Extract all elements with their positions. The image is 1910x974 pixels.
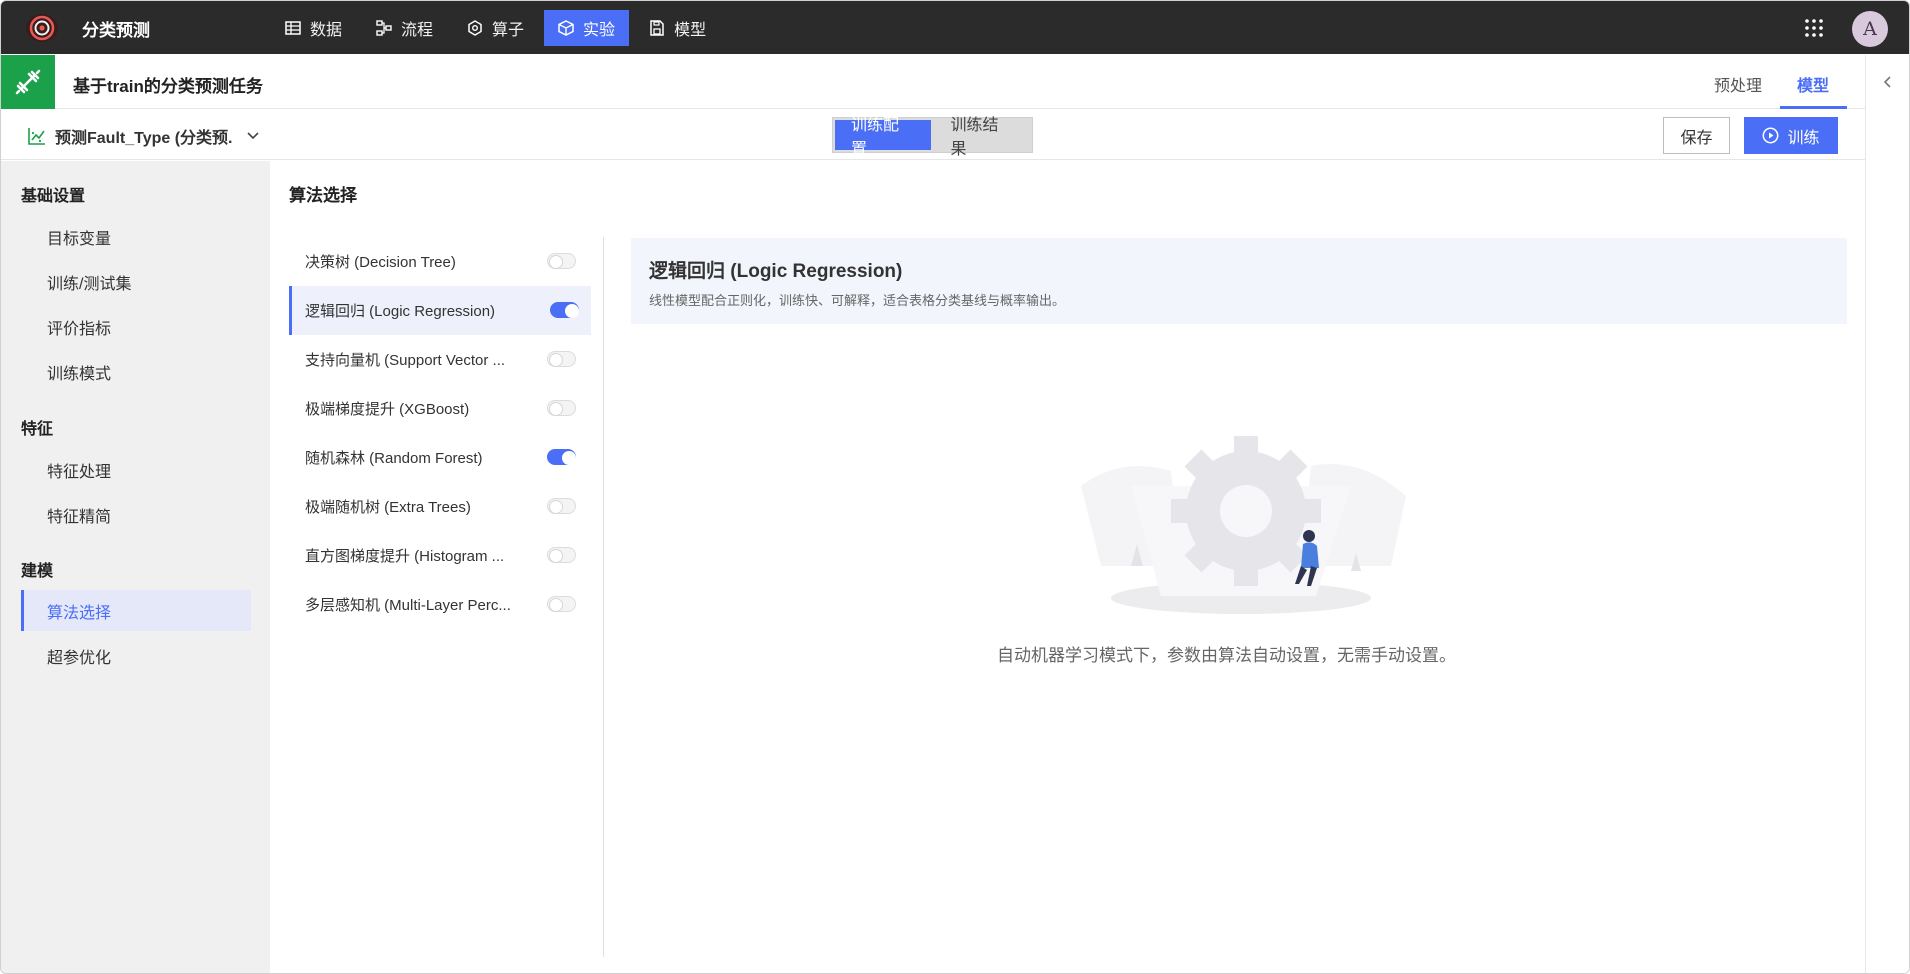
target-selector[interactable]: 预测Fault_Type (分类预... [27, 124, 259, 148]
app-window: 分类预测 数据 流程 算子 实验 模型 A 基于train的分类预测任务 预处理… [0, 0, 1910, 974]
sidebar-item-target[interactable]: 目标变量 [21, 216, 251, 257]
algorithm-item-xgboost[interactable]: 极端梯度提升 (XGBoost) [289, 384, 591, 433]
workflow-icon [376, 20, 392, 36]
sidebar-item-metrics[interactable]: 评价指标 [21, 306, 251, 347]
sidebar-item-feature-processing[interactable]: 特征处理 [21, 449, 251, 490]
chevron-left-icon[interactable] [1882, 75, 1894, 89]
algorithm-item-histogram-gb[interactable]: 直方图梯度提升 (Histogram ... [289, 531, 591, 580]
cube-experiment-icon [558, 20, 574, 36]
algorithm-item-decision-tree[interactable]: 决策树 (Decision Tree) [289, 237, 591, 286]
chart-trend-icon [28, 128, 45, 145]
nav-item-workflow[interactable]: 流程 [362, 10, 447, 46]
algorithm-detail-description: 线性模型配合正则化，训练快、可解释，适合表格分类基线与概率输出。 [649, 293, 1066, 308]
app-title: 分类预测 [82, 21, 150, 40]
algorithm-toggle[interactable] [547, 596, 576, 612]
save-model-icon [650, 20, 664, 36]
save-button[interactable]: 保存 [1663, 117, 1730, 154]
train-button-label: 训练 [1787, 129, 1820, 147]
hexagon-operator-icon [468, 20, 482, 36]
empty-state-message: 自动机器学习模式下，参数由算法自动设置，无需手动设置。 [997, 646, 1456, 665]
task-title: 基于train的分类预测任务 [73, 77, 263, 96]
algorithm-detail-title: 逻辑回归 (Logic Regression) [649, 261, 903, 282]
sidebar-item-feature-selection[interactable]: 特征精简 [21, 494, 251, 535]
apps-grid-icon[interactable] [1804, 18, 1824, 38]
app-logo-icon [26, 14, 58, 42]
algorithm-label: 决策树 (Decision Tree) [305, 254, 456, 271]
algorithm-toggle[interactable] [550, 302, 579, 318]
algorithm-item-mlp[interactable]: 多层感知机 (Multi-Layer Perc... [289, 580, 591, 629]
nav-item-label: 模型 [674, 22, 707, 39]
settings-sidebar: 基础设置 目标变量 训练/测试集 评价指标 训练模式 特征 特征处理 特征精简 … [1, 161, 270, 973]
sidebar-group-basic: 基础设置 [21, 188, 86, 205]
algorithm-item-extra-trees[interactable]: 极端随机树 (Extra Trees) [289, 482, 591, 531]
nav-item-data[interactable]: 数据 [271, 10, 356, 46]
nav-item-operator[interactable]: 算子 [453, 10, 538, 46]
algorithm-label: 随机森林 (Random Forest) [305, 450, 483, 467]
nav-item-label: 流程 [401, 22, 434, 39]
sidebar-item-hyperparameter-tuning[interactable]: 超参优化 [21, 635, 251, 676]
algorithm-item-logic-regression[interactable]: 逻辑回归 (Logic Regression) [289, 286, 591, 335]
algorithm-toggle[interactable] [547, 351, 576, 367]
dumbbell-icon [15, 69, 41, 95]
segment-train-results[interactable]: 训练结果 [933, 117, 1033, 158]
sidebar-group-features: 特征 [21, 421, 54, 438]
algorithm-detail-header: 逻辑回归 (Logic Regression) 线性模型配合正则化，训练快、可解… [631, 238, 1847, 324]
algorithm-label: 极端随机树 (Extra Trees) [305, 499, 471, 516]
algorithm-item-svm[interactable]: 支持向量机 (Support Vector ... [289, 335, 591, 384]
segment-train-config[interactable]: 训练配置 [835, 117, 931, 158]
toolbar: 预测Fault_Type (分类预... 训练配置 训练结果 保存 训练 [1, 110, 1865, 160]
tab-preprocess[interactable]: 预处理 [1714, 72, 1762, 96]
train-button[interactable]: 训练 [1744, 117, 1838, 154]
algorithm-toggle[interactable] [547, 498, 576, 514]
sidebar-group-modeling: 建模 [21, 563, 54, 580]
algorithm-toggle[interactable] [547, 253, 576, 269]
algorithm-item-random-forest[interactable]: 随机森林 (Random Forest) [289, 433, 591, 482]
algorithm-toggle[interactable] [547, 449, 576, 465]
panel-divider [603, 237, 604, 957]
task-header: 基于train的分类预测任务 预处理 模型 [1, 55, 1865, 109]
algorithm-toggle[interactable] [547, 400, 576, 416]
nav-item-label: 实验 [583, 22, 616, 39]
view-segmented-control: 训练配置 训练结果 [832, 117, 1033, 158]
nav-item-experiment[interactable]: 实验 [544, 10, 630, 46]
algorithm-label: 极端梯度提升 (XGBoost) [305, 401, 470, 418]
empty-state-illustration [1081, 436, 1406, 614]
nav-item-model[interactable]: 模型 [635, 10, 720, 46]
task-icon [1, 55, 55, 109]
target-label: 预测Fault_Type (分类预... [55, 130, 233, 147]
play-circle-icon [1763, 127, 1779, 144]
section-title: 算法选择 [289, 186, 357, 205]
tab-model[interactable]: 模型 [1797, 72, 1829, 96]
top-navbar: 分类预测 数据 流程 算子 实验 模型 A [1, 1, 1909, 54]
table-grid-icon [285, 21, 301, 35]
sidebar-item-algorithm-selection[interactable]: 算法选择 [21, 590, 251, 631]
main-nav: 数据 流程 算子 实验 模型 [271, 10, 726, 46]
algorithm-label: 多层感知机 (Multi-Layer Perc... [305, 597, 511, 614]
algorithm-list: 决策树 (Decision Tree) 逻辑回归 (Logic Regressi… [289, 237, 591, 629]
user-avatar[interactable]: A [1852, 11, 1888, 47]
sidebar-item-train-test[interactable]: 训练/测试集 [21, 261, 251, 302]
algorithm-label: 直方图梯度提升 (Histogram ... [305, 548, 505, 565]
sidebar-item-train-mode[interactable]: 训练模式 [21, 351, 251, 392]
algorithm-label: 支持向量机 (Support Vector ... [305, 352, 506, 369]
active-tab-indicator [1780, 106, 1847, 109]
right-rail [1865, 55, 1909, 973]
algorithm-label: 逻辑回归 (Logic Regression) [305, 303, 496, 320]
chevron-down-icon [247, 132, 259, 140]
nav-item-label: 算子 [492, 22, 525, 39]
algorithm-toggle[interactable] [547, 547, 576, 563]
nav-item-label: 数据 [310, 22, 343, 39]
